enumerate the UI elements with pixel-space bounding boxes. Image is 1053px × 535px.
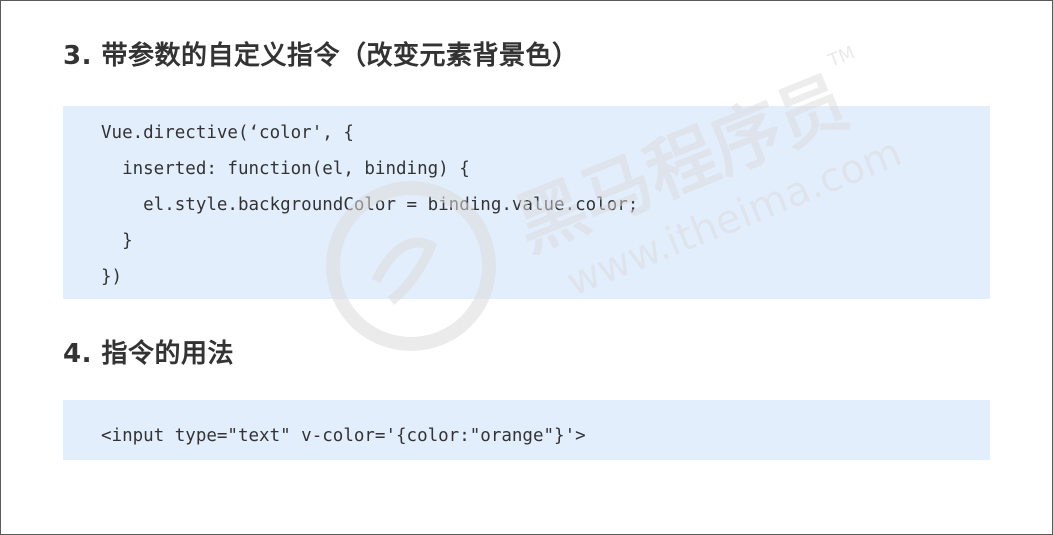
code-line: Vue.directive(‘color', {	[101, 123, 354, 143]
slide: 3. 带参数的自定义指令（改变元素背景色） Vue.directive(‘col…	[0, 0, 1053, 535]
code-line: <input type="text" v-color='{color:"oran…	[101, 426, 586, 446]
code-line: inserted: function(el, binding) {	[101, 159, 470, 179]
code-line: }	[101, 231, 133, 251]
code-line: })	[101, 267, 123, 287]
directive-code-block: Vue.directive(‘color', { inserted: funct…	[63, 106, 990, 299]
usage-code-block: <input type="text" v-color='{color:"oran…	[63, 400, 990, 460]
section-3-heading: 3. 带参数的自定义指令（改变元素背景色）	[63, 41, 579, 71]
watermark-trademark: TM	[825, 42, 858, 72]
section-4-heading: 4. 指令的用法	[63, 339, 235, 369]
code-line: el.style.backgroundColor = binding.value…	[101, 195, 639, 215]
